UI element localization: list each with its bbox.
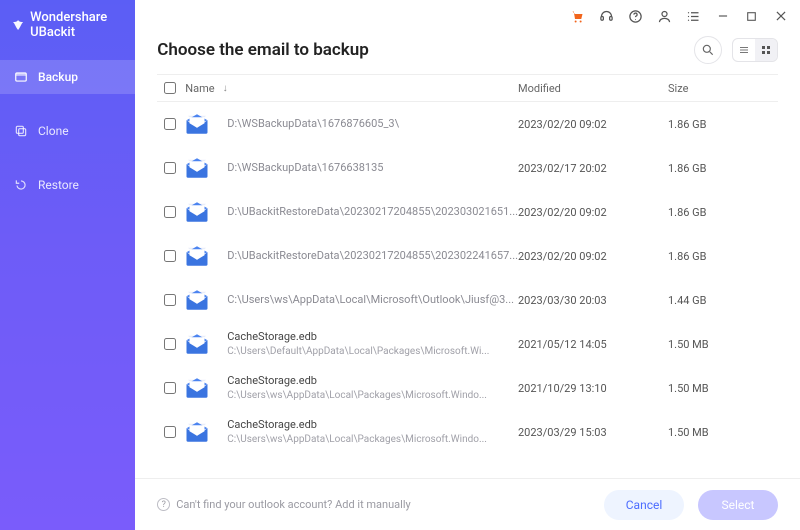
sidebar-item-label: Backup bbox=[38, 70, 78, 84]
mail-icon bbox=[185, 334, 209, 354]
cart-icon[interactable] bbox=[570, 9, 585, 24]
row-primary: CacheStorage.edb bbox=[227, 374, 487, 388]
col-size-label[interactable]: Size bbox=[668, 82, 688, 95]
row-path: D:\UBackitRestoreData\20230217204855\202… bbox=[227, 205, 518, 219]
row-primary: CacheStorage.edb bbox=[227, 418, 487, 432]
view-list-button[interactable] bbox=[733, 39, 755, 61]
row-size: 1.50 MB bbox=[668, 382, 778, 395]
table-row[interactable]: D:\WSBackupData\1676638135 2023/02/17 20:… bbox=[157, 146, 778, 190]
brand: Wondershare UBackit bbox=[0, 0, 135, 54]
maximize-icon[interactable] bbox=[744, 9, 759, 24]
table-row[interactable]: D:\UBackitRestoreData\20230217204855\202… bbox=[157, 190, 778, 234]
help-icon[interactable] bbox=[628, 9, 643, 24]
row-checkbox[interactable] bbox=[164, 426, 176, 438]
search-button[interactable] bbox=[694, 36, 722, 64]
account-icon[interactable] bbox=[657, 9, 672, 24]
sidebar-item-label: Clone bbox=[38, 124, 69, 138]
footer: ? Can't find your outlook account? Add i… bbox=[135, 478, 800, 530]
row-primary: CacheStorage.edb bbox=[227, 330, 489, 344]
table-row[interactable]: D:\UBackitRestoreData\20230217204855\202… bbox=[157, 234, 778, 278]
row-modified: 2023/02/20 09:02 bbox=[518, 250, 668, 263]
view-grid-button[interactable] bbox=[755, 39, 777, 61]
row-size: 1.50 MB bbox=[668, 426, 778, 439]
row-secondary: C:\Users\Default\AppData\Local\Packages\… bbox=[227, 346, 489, 359]
row-path: D:\WSBackupData\1676638135 bbox=[227, 161, 383, 175]
footer-hint[interactable]: ? Can't find your outlook account? Add i… bbox=[157, 498, 410, 511]
view-toggle bbox=[732, 38, 778, 62]
row-size: 1.86 GB bbox=[668, 162, 778, 175]
restore-icon bbox=[14, 178, 28, 192]
page-title: Choose the email to backup bbox=[157, 40, 369, 60]
table-row[interactable]: CacheStorage.edb C:\Users\Default\AppData… bbox=[157, 322, 778, 366]
backup-icon bbox=[14, 70, 28, 84]
row-modified: 2023/02/20 09:02 bbox=[518, 206, 668, 219]
select-all-checkbox[interactable] bbox=[164, 82, 176, 94]
close-icon[interactable] bbox=[773, 9, 788, 24]
support-icon[interactable] bbox=[599, 9, 614, 24]
brand-logo-icon bbox=[12, 17, 24, 33]
sort-arrow-icon: ↓ bbox=[223, 83, 228, 94]
row-secondary: C:\Users\ws\AppData\Local\Packages\Micro… bbox=[227, 390, 487, 403]
sidebar-item-label: Restore bbox=[38, 178, 79, 192]
sidebar-nav: Backup Clone Restore bbox=[0, 60, 135, 202]
table-row[interactable]: CacheStorage.edb C:\Users\ws\AppData\Loca… bbox=[157, 366, 778, 410]
mail-icon bbox=[185, 158, 209, 178]
row-modified: 2021/05/12 14:05 bbox=[518, 338, 668, 351]
row-secondary: C:\Users\ws\AppData\Local\Packages\Micro… bbox=[227, 434, 487, 447]
clone-icon bbox=[14, 124, 28, 138]
table-body: D:\WSBackupData\1676876605_3\ 2023/02/20 … bbox=[157, 102, 778, 478]
header-row: Choose the email to backup bbox=[135, 32, 800, 74]
search-icon bbox=[701, 43, 715, 57]
col-modified-label[interactable]: Modified bbox=[518, 82, 561, 95]
header-tools bbox=[694, 36, 778, 64]
row-checkbox[interactable] bbox=[164, 338, 176, 350]
row-modified: 2023/02/20 09:02 bbox=[518, 118, 668, 131]
app-window: Wondershare UBackit Backup Clone Restore bbox=[0, 0, 800, 530]
row-modified: 2023/03/30 20:03 bbox=[518, 294, 668, 307]
sidebar-item-restore[interactable]: Restore bbox=[0, 168, 135, 202]
row-checkbox[interactable] bbox=[164, 250, 176, 262]
row-size: 1.50 MB bbox=[668, 338, 778, 351]
row-path: C:\Users\ws\AppData\Local\Microsoft\Outl… bbox=[227, 293, 514, 307]
row-checkbox[interactable] bbox=[164, 162, 176, 174]
mail-icon bbox=[185, 202, 209, 222]
sidebar-item-clone[interactable]: Clone bbox=[0, 114, 135, 148]
mail-icon bbox=[185, 378, 209, 398]
mail-icon bbox=[185, 114, 209, 134]
sidebar: Wondershare UBackit Backup Clone Restore bbox=[0, 0, 135, 530]
row-size: 1.86 GB bbox=[668, 250, 778, 263]
cancel-button[interactable]: Cancel bbox=[604, 490, 684, 520]
mail-icon bbox=[185, 246, 209, 266]
col-name-label[interactable]: Name bbox=[185, 82, 214, 95]
footer-buttons: Cancel Select bbox=[604, 490, 778, 520]
row-checkbox[interactable] bbox=[164, 206, 176, 218]
minimize-icon[interactable] bbox=[715, 9, 730, 24]
menu-icon[interactable] bbox=[686, 9, 701, 24]
titlebar bbox=[135, 0, 800, 32]
row-checkbox[interactable] bbox=[164, 294, 176, 306]
row-modified: 2023/02/17 20:02 bbox=[518, 162, 668, 175]
table-row[interactable]: D:\WSBackupData\1676876605_3\ 2023/02/20 … bbox=[157, 102, 778, 146]
table-header: Name ↓ Modified Size bbox=[157, 74, 778, 102]
mail-icon bbox=[185, 290, 209, 310]
row-modified: 2021/10/29 13:10 bbox=[518, 382, 668, 395]
row-path: D:\UBackitRestoreData\20230217204855\202… bbox=[227, 249, 518, 263]
table-row[interactable]: C:\Users\ws\AppData\Local\Microsoft\Outl… bbox=[157, 278, 778, 322]
mail-icon bbox=[185, 422, 209, 442]
row-checkbox[interactable] bbox=[164, 118, 176, 130]
hint-text: Can't find your outlook account? Add it … bbox=[176, 498, 410, 511]
info-icon: ? bbox=[157, 498, 170, 511]
sidebar-item-backup[interactable]: Backup bbox=[0, 60, 135, 94]
row-checkbox[interactable] bbox=[164, 382, 176, 394]
table-row[interactable]: CacheStorage.edb C:\Users\ws\AppData\Loca… bbox=[157, 410, 778, 454]
row-size: 1.86 GB bbox=[668, 206, 778, 219]
brand-name: Wondershare UBackit bbox=[30, 10, 125, 40]
row-size: 1.44 GB bbox=[668, 294, 778, 307]
row-path: D:\WSBackupData\1676876605_3\ bbox=[227, 117, 399, 131]
file-table: Name ↓ Modified Size D:\WSBackupData\167… bbox=[135, 74, 800, 478]
row-modified: 2023/03/29 15:03 bbox=[518, 426, 668, 439]
select-button[interactable]: Select bbox=[698, 490, 778, 520]
row-size: 1.86 GB bbox=[668, 118, 778, 131]
main-pane: Choose the email to backup Name ↓ Modifi… bbox=[135, 0, 800, 530]
